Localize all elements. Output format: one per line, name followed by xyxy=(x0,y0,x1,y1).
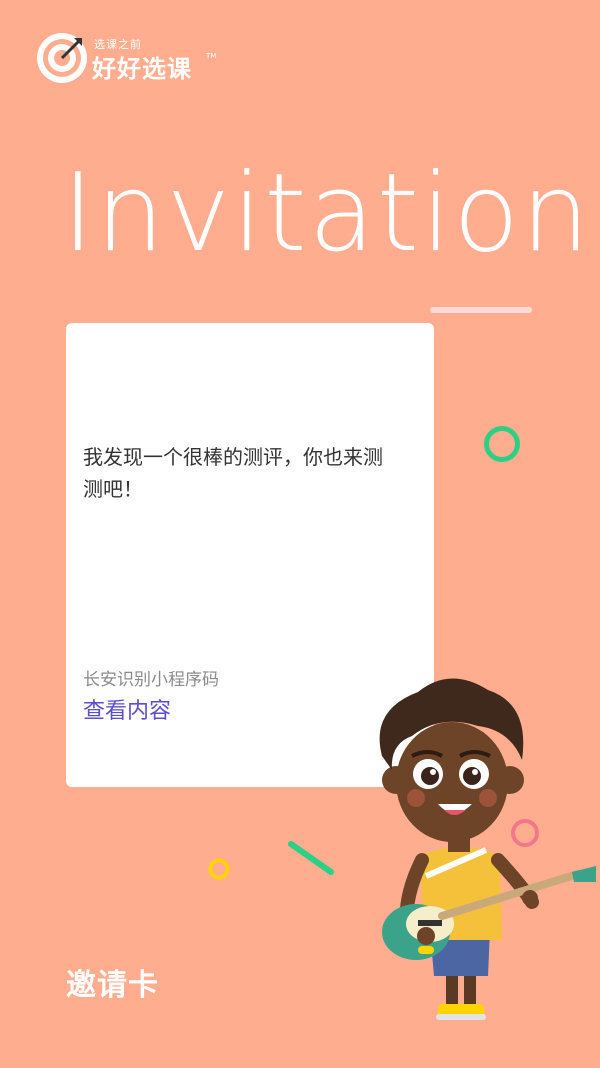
yellow-ring-decoration xyxy=(208,858,230,880)
invitation-message: 我发现一个很棒的测评，你也来测测吧！ xyxy=(83,445,383,501)
brand-logo: 选课之前 好好选课 TM xyxy=(34,30,224,86)
trademark-mark: TM xyxy=(206,52,217,60)
invitation-card-label: 邀请卡 xyxy=(66,968,159,1003)
view-content-link[interactable]: 查看内容 xyxy=(83,693,171,725)
boy-with-guitar-illustration xyxy=(379,678,596,1020)
green-ring-decoration xyxy=(484,426,520,462)
green-dash-decoration xyxy=(288,841,334,875)
target-arrow-icon xyxy=(37,33,87,83)
page-title: Invitation xyxy=(62,151,592,276)
qr-hint-text: 长安识别小程序码 xyxy=(83,670,219,690)
brand-name: 好好选课 xyxy=(92,55,192,83)
title-underline xyxy=(430,307,532,313)
